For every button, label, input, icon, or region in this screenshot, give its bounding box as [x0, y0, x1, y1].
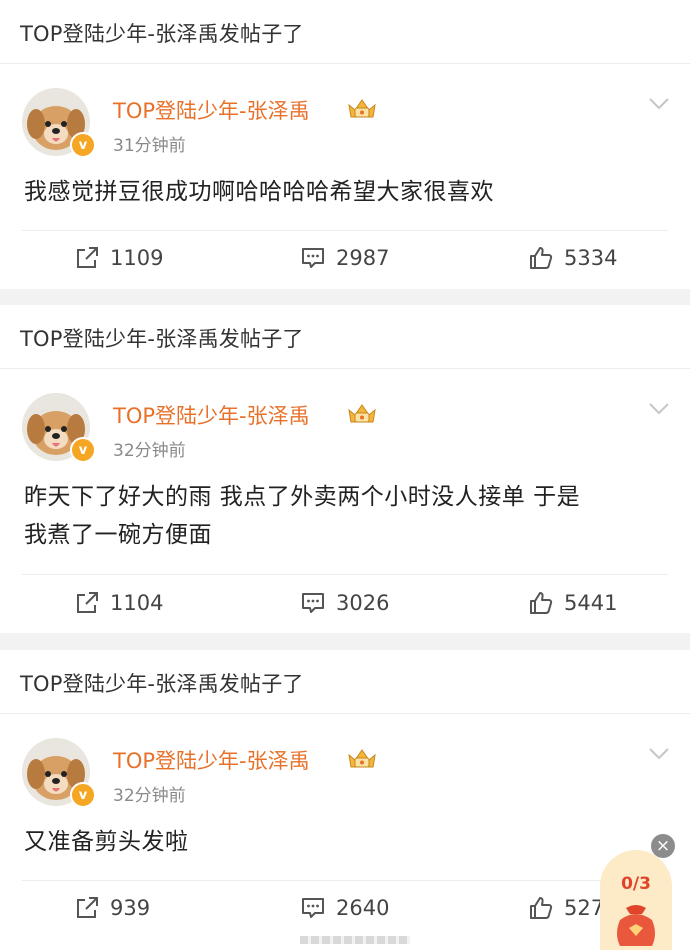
post-header: TOP登陆少年-张泽禹发帖子了 — [0, 650, 690, 714]
repost-icon — [74, 895, 100, 921]
crown-badge-icon[interactable] — [346, 400, 378, 426]
post-header-title: TOP登陆少年-张泽禹发帖子了 — [20, 22, 304, 46]
repost-count: 939 — [110, 896, 151, 920]
avatar[interactable]: v — [22, 738, 96, 808]
comment-count: 2640 — [336, 896, 390, 920]
post-content[interactable]: 昨天下了好大的雨 我点了外卖两个小时没人接单 于是 我煮了一碗方便面 — [24, 478, 674, 554]
avatar[interactable]: v — [22, 88, 96, 158]
close-icon[interactable]: × — [651, 834, 675, 858]
post-content[interactable]: 我感觉拼豆很成功啊哈哈哈哈希望大家很喜欢 — [24, 173, 674, 211]
divider — [22, 574, 668, 575]
task-widget[interactable]: 0/3 — [600, 850, 672, 950]
task-progress: 0/3 — [621, 874, 651, 894]
verified-badge: v — [70, 132, 96, 158]
post-header: TOP登陆少年-张泽禹发帖子了 — [0, 0, 690, 64]
post-content-line: 昨天下了好大的雨 我点了外卖两个小时没人接单 于是 — [24, 484, 581, 510]
crown-badge-icon[interactable] — [346, 95, 378, 121]
username[interactable]: TOP登陆少年-张泽禹 — [113, 745, 310, 775]
like-icon — [528, 895, 554, 921]
verified-badge: v — [70, 782, 96, 808]
timestamp: 31分钟前 — [113, 136, 186, 156]
page-indicator — [300, 936, 410, 944]
comment-count: 2987 — [336, 246, 390, 270]
timestamp: 32分钟前 — [113, 786, 186, 806]
post-header-title: TOP登陆少年-张泽禹发帖子了 — [20, 672, 304, 696]
like-button[interactable]: 527 — [528, 893, 604, 923]
verified-badge: v — [70, 437, 96, 463]
repost-button[interactable]: 1109 — [74, 243, 163, 273]
comment-button[interactable]: 2987 — [300, 243, 389, 273]
repost-count: 1104 — [110, 591, 164, 615]
timestamp: 32分钟前 — [113, 441, 186, 461]
repost-count: 1109 — [110, 246, 164, 270]
post-card[interactable]: TOP登陆少年-张泽禹发帖子了 v TOP登陆少年-张泽禹 31分钟前 我感觉拼… — [0, 0, 690, 289]
post-header: TOP登陆少年-张泽禹发帖子了 — [0, 305, 690, 369]
like-count: 5334 — [564, 246, 618, 270]
chevron-down-icon[interactable] — [648, 747, 670, 761]
username[interactable]: TOP登陆少年-张泽禹 — [113, 400, 310, 430]
like-icon — [528, 245, 554, 271]
like-button[interactable]: 5334 — [528, 243, 617, 273]
like-count: 5441 — [564, 591, 618, 615]
comment-button[interactable]: 2640 — [300, 893, 389, 923]
repost-button[interactable]: 1104 — [74, 588, 163, 618]
comment-icon — [300, 590, 326, 616]
like-button[interactable]: 5441 — [528, 588, 617, 618]
repost-icon — [74, 590, 100, 616]
divider — [22, 230, 668, 231]
post-content[interactable]: 又准备剪头发啦 — [24, 823, 674, 861]
repost-icon — [74, 245, 100, 271]
chevron-down-icon[interactable] — [648, 402, 670, 416]
crown-badge-icon[interactable] — [346, 745, 378, 771]
avatar[interactable]: v — [22, 393, 96, 463]
username[interactable]: TOP登陆少年-张泽禹 — [113, 95, 310, 125]
post-card[interactable]: TOP登陆少年-张泽禹发帖子了 v TOP登陆少年-张泽禹 32分钟前 又准备剪… — [0, 650, 690, 950]
comment-count: 3026 — [336, 591, 390, 615]
comment-icon — [300, 245, 326, 271]
post-card[interactable]: TOP登陆少年-张泽禹发帖子了 v TOP登陆少年-张泽禹 32分钟前 昨天下了… — [0, 305, 690, 633]
chevron-down-icon[interactable] — [648, 97, 670, 111]
like-icon — [528, 590, 554, 616]
like-count: 527 — [564, 896, 605, 920]
post-header-title: TOP登陆少年-张泽禹发帖子了 — [20, 327, 304, 351]
divider — [22, 880, 668, 881]
comment-button[interactable]: 3026 — [300, 588, 389, 618]
repost-button[interactable]: 939 — [74, 893, 150, 923]
red-packet-icon — [617, 905, 655, 946]
post-content-line: 我煮了一碗方便面 — [24, 522, 212, 548]
comment-icon — [300, 895, 326, 921]
